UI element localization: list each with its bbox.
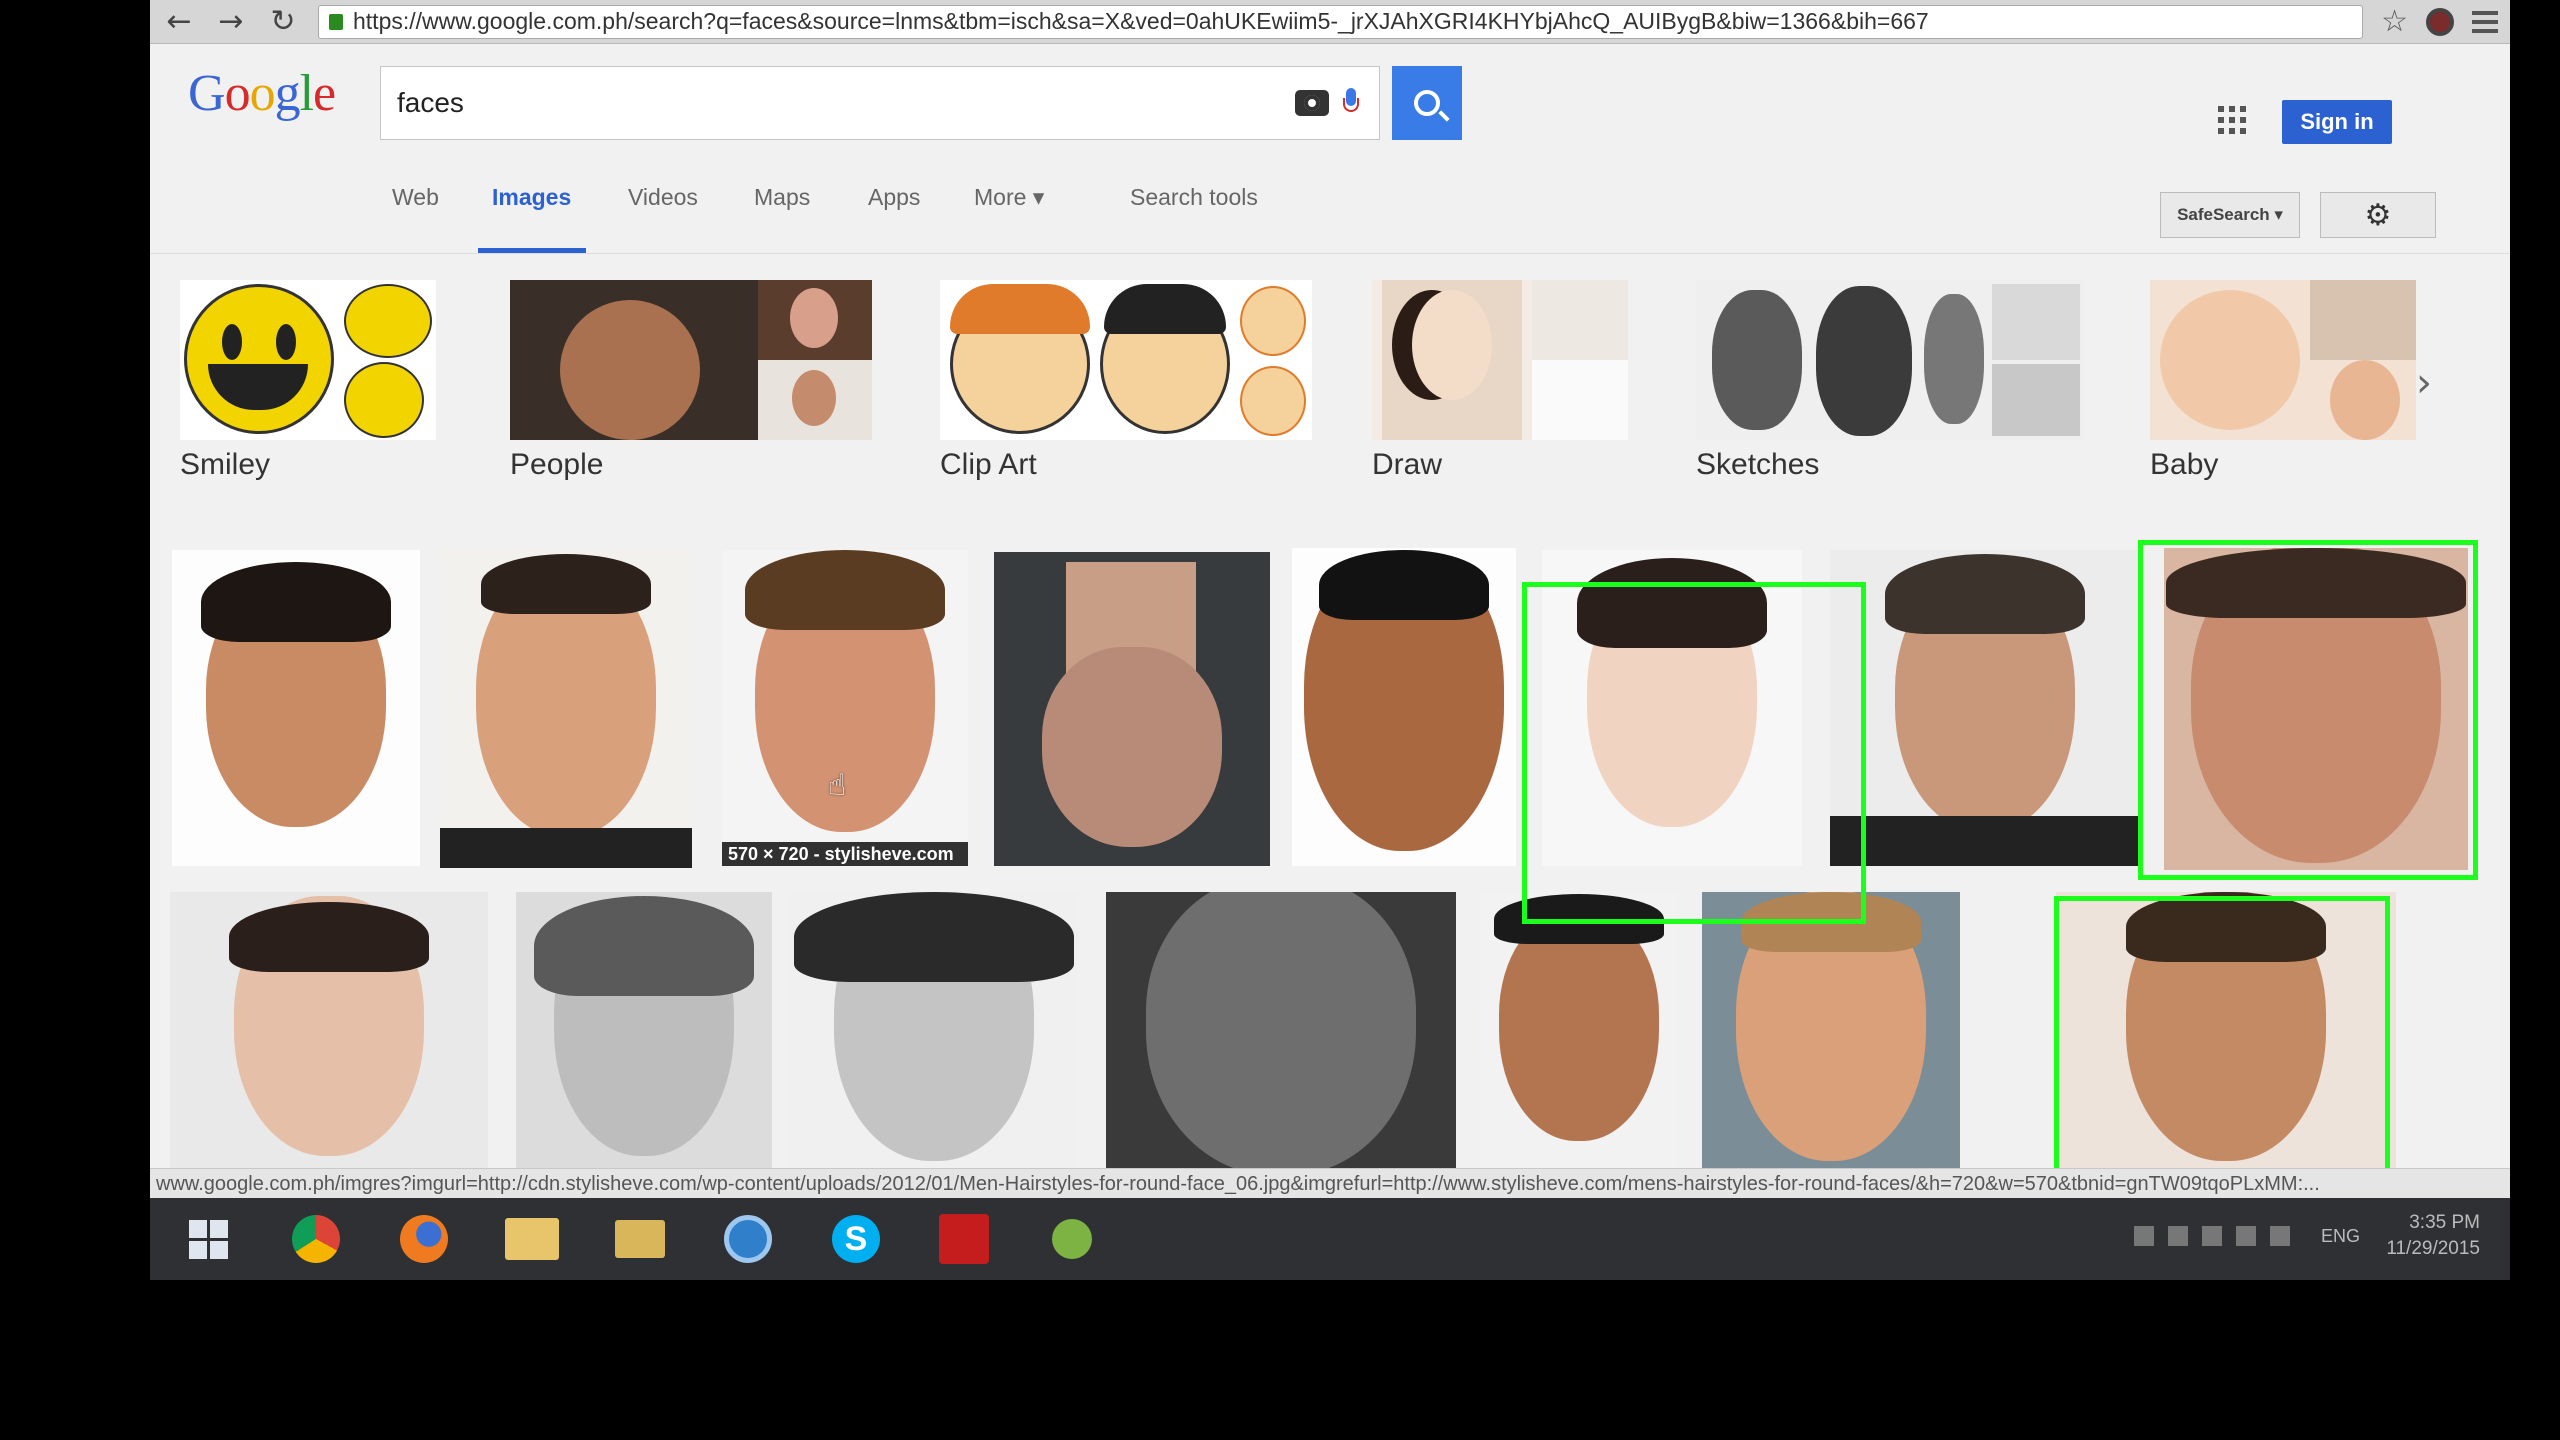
search-tabs: Web Images Videos Maps Apps More ▾ Searc… [150, 154, 2510, 254]
hand-cursor-icon: ☝ [828, 768, 847, 803]
bookmark-star-icon[interactable]: ☆ [2381, 4, 2408, 39]
image-result[interactable] [172, 550, 420, 866]
related-label: Draw [1372, 448, 1443, 481]
image-result[interactable] [170, 892, 488, 1172]
android-icon[interactable] [1024, 1201, 1120, 1277]
tab-images[interactable]: Images [492, 184, 571, 211]
extension-icon[interactable] [2426, 7, 2454, 36]
image-hover-caption: 570 × 720 - stylisheve.com [722, 842, 968, 866]
image-result[interactable] [1106, 892, 1456, 1172]
tab-web[interactable]: Web [392, 184, 439, 211]
skype-icon[interactable]: S [808, 1201, 904, 1277]
address-bar[interactable]: https://www.google.com.ph/search?q=faces… [318, 4, 2364, 39]
image-result[interactable] [1830, 550, 2140, 866]
microphone-icon[interactable] [1343, 88, 1359, 118]
folder-icon[interactable] [592, 1201, 688, 1277]
image-result[interactable] [516, 892, 772, 1172]
tab-more[interactable]: More ▾ [974, 184, 1044, 211]
network-icon[interactable] [2236, 1226, 2256, 1246]
related-item-baby[interactable]: Baby [2150, 280, 2416, 482]
network-globe-icon[interactable] [700, 1201, 796, 1277]
tab-maps[interactable]: Maps [754, 184, 810, 211]
related-label: Sketches [1696, 448, 1820, 481]
clock-time: 3:35 PM [2409, 1212, 2480, 1233]
tab-videos[interactable]: Videos [628, 184, 698, 211]
language-indicator[interactable]: ENG [2321, 1226, 2360, 1247]
taskbar: S ENG 3:35 PM 11/29/2015 [150, 1198, 2510, 1280]
camera-icon[interactable] [1295, 90, 1329, 116]
image-result[interactable] [790, 892, 1078, 1172]
related-label: Smiley [180, 448, 271, 481]
clock[interactable]: 3:35 PM 11/29/2015 [2386, 1210, 2480, 1262]
detection-box [1522, 582, 1866, 924]
related-thumb [510, 280, 872, 440]
google-header: Google Sign in [150, 44, 2510, 154]
search-input[interactable] [397, 87, 1295, 119]
tray-icon[interactable] [2168, 1226, 2188, 1246]
status-bar-url: www.google.com.ph/imgres?imgurl=http://c… [150, 1168, 2510, 1198]
search-box [380, 66, 1380, 140]
search-button[interactable] [1392, 66, 1462, 140]
hamburger-menu-icon[interactable] [2472, 10, 2498, 33]
image-result[interactable] [1480, 892, 1678, 1172]
browser-toolbar: ← → ↻ https://www.google.com.ph/search?q… [150, 0, 2510, 44]
safesearch-dropdown[interactable]: SafeSearch ▾ [2160, 192, 2300, 238]
image-result[interactable] [440, 548, 692, 868]
chrome-icon[interactable] [268, 1201, 364, 1277]
related-item-sketches[interactable]: Sketches [1696, 280, 2084, 482]
volume-icon[interactable] [2270, 1226, 2290, 1246]
related-thumb [2150, 280, 2416, 440]
related-item-people[interactable]: People [510, 280, 872, 482]
arrow-left-icon[interactable]: ← [162, 4, 196, 39]
related-thumb [940, 280, 1312, 440]
lock-icon [329, 13, 343, 30]
related-label: Baby [2150, 448, 2219, 481]
windows-start-icon[interactable] [160, 1201, 256, 1277]
active-tab-indicator [478, 248, 586, 253]
related-thumb [1372, 280, 1628, 440]
acrobat-icon[interactable] [916, 1201, 1012, 1277]
search-tools-button[interactable]: Search tools [1130, 184, 1258, 211]
related-item-smiley[interactable]: Smiley [180, 280, 436, 482]
chevron-right-icon[interactable]: › [2416, 360, 2432, 406]
related-searches: Smiley People Clip Art Draw Sketches Bab… [150, 270, 2510, 500]
related-thumb [180, 280, 436, 440]
apps-grid-icon[interactable] [2218, 106, 2246, 134]
related-item-draw[interactable]: Draw [1372, 280, 1628, 482]
system-tray [2134, 1226, 2290, 1246]
image-result[interactable]: 570 × 720 - stylisheve.com ☝ [722, 550, 968, 866]
gear-icon[interactable]: ⚙ [2320, 192, 2436, 238]
arrow-right-icon[interactable]: → [214, 4, 248, 39]
clock-date: 11/29/2015 [2386, 1238, 2480, 1259]
search-icon [1414, 90, 1440, 116]
reload-icon[interactable]: ↻ [266, 4, 300, 39]
detection-box [2138, 540, 2478, 880]
image-result[interactable] [1702, 892, 1960, 1172]
monitor-screen: ← → ↻ https://www.google.com.ph/search?q… [150, 0, 2510, 1280]
related-item-clip-art[interactable]: Clip Art [940, 280, 1312, 482]
image-result[interactable] [994, 552, 1270, 866]
related-label: People [510, 448, 604, 481]
google-logo[interactable]: Google [188, 64, 336, 123]
image-result[interactable] [1292, 548, 1516, 866]
firefox-icon[interactable] [376, 1201, 472, 1277]
image-results: 570 × 720 - stylisheve.com ☝ [150, 540, 2510, 1232]
file-explorer-icon[interactable] [484, 1201, 580, 1277]
related-thumb [1696, 280, 2084, 440]
tab-apps[interactable]: Apps [868, 184, 920, 211]
sign-in-button[interactable]: Sign in [2282, 100, 2392, 144]
tray-icon[interactable] [2202, 1226, 2222, 1246]
tray-icon[interactable] [2134, 1226, 2154, 1246]
address-bar-url: https://www.google.com.ph/search?q=faces… [353, 8, 1929, 34]
related-label: Clip Art [940, 448, 1037, 481]
